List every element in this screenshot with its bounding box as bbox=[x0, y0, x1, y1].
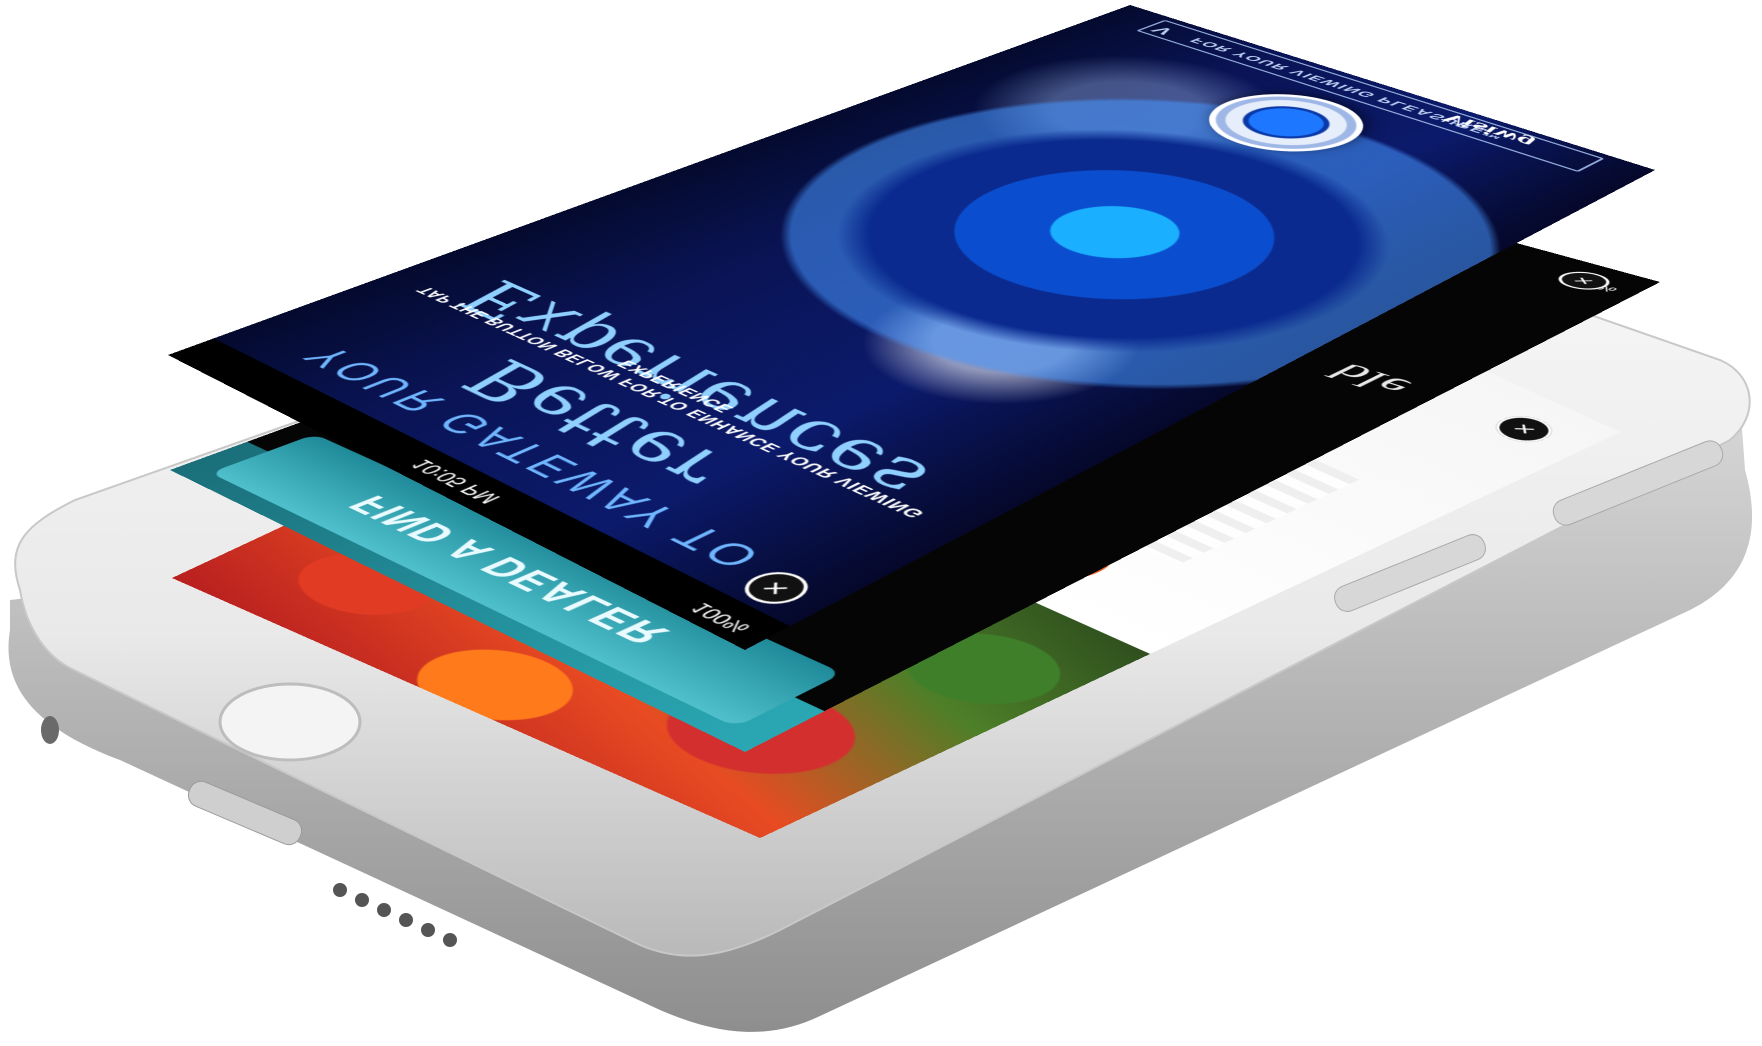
headphone-jack bbox=[41, 716, 59, 744]
home-button[interactable] bbox=[220, 684, 360, 760]
logo-letter: V bbox=[1146, 25, 1179, 37]
